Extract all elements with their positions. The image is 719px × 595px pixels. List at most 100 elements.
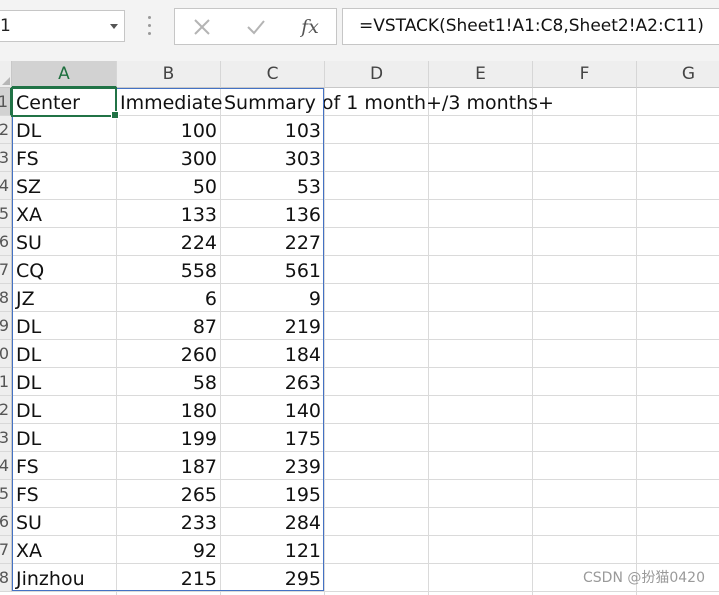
cell-summary[interactable]: 263 xyxy=(221,369,321,397)
column-header-f[interactable]: F xyxy=(533,61,637,88)
chevron-down-icon[interactable] xyxy=(110,24,118,29)
cell-center[interactable]: Jinzhou xyxy=(16,565,85,593)
cell-immediate[interactable]: 6 xyxy=(117,285,217,313)
fx-label: fx xyxy=(301,15,319,38)
cell-summary[interactable]: 121 xyxy=(221,537,321,565)
cell-immediate[interactable]: 199 xyxy=(117,425,217,453)
cell-immediate[interactable]: 265 xyxy=(117,481,217,509)
cell-immediate[interactable]: 215 xyxy=(117,565,217,593)
row-header[interactable]: 3 xyxy=(0,144,12,172)
cell-a1[interactable]: Center xyxy=(16,89,80,117)
row-number: 5 xyxy=(0,204,9,223)
cell-summary[interactable]: 195 xyxy=(221,481,321,509)
cell-c1[interactable]: Summary of 1 month+/3 months+ xyxy=(224,89,554,117)
cell-center[interactable]: SZ xyxy=(16,173,41,201)
cell-immediate[interactable]: 187 xyxy=(117,453,217,481)
cell-summary[interactable]: 227 xyxy=(221,229,321,257)
cell-center[interactable]: XA xyxy=(16,201,42,229)
column-header-d[interactable]: D xyxy=(325,61,429,88)
cell-center[interactable]: DL xyxy=(16,425,41,453)
select-all-button[interactable] xyxy=(0,61,12,88)
row-header[interactable]: 3 xyxy=(0,424,12,452)
row-header[interactable]: 6 xyxy=(0,508,12,536)
cell-center[interactable]: SU xyxy=(16,509,42,537)
insert-function-button[interactable]: fx xyxy=(285,9,335,44)
cell-center[interactable]: DL xyxy=(16,341,41,369)
cell-immediate[interactable]: 100 xyxy=(117,117,217,145)
cell-center[interactable]: DL xyxy=(16,117,41,145)
cell-summary[interactable]: 184 xyxy=(221,341,321,369)
cell-center[interactable]: CQ xyxy=(16,257,44,285)
cell-summary[interactable]: 136 xyxy=(221,201,321,229)
name-box[interactable]: 1 xyxy=(0,10,125,42)
cell-center[interactable]: FS xyxy=(16,145,39,173)
row-number: 2 xyxy=(0,400,9,419)
row-header[interactable]: 4 xyxy=(0,172,12,200)
row-number: 1 xyxy=(0,92,8,111)
column-header-b[interactable]: B xyxy=(117,61,221,88)
cell-summary[interactable]: 103 xyxy=(221,117,321,145)
row-header[interactable]: 2 xyxy=(0,396,12,424)
cell-center[interactable]: SU xyxy=(16,229,42,257)
row-header[interactable]: 7 xyxy=(0,256,12,284)
cell-immediate[interactable]: 300 xyxy=(117,145,217,173)
row-header[interactable]: 8 xyxy=(0,284,12,312)
cell-summary[interactable]: 219 xyxy=(221,313,321,341)
cell-summary[interactable]: 561 xyxy=(221,257,321,285)
row-header[interactable]: 7 xyxy=(0,536,12,564)
cell-center[interactable]: DL xyxy=(16,369,41,397)
cell-immediate[interactable]: 558 xyxy=(117,257,217,285)
row-number: 4 xyxy=(0,456,9,475)
cell-b1[interactable]: Immediate xyxy=(120,89,222,117)
row-header[interactable]: 4 xyxy=(0,452,12,480)
cell-immediate[interactable]: 87 xyxy=(117,313,217,341)
formula-input[interactable]: =VSTACK(Sheet1!A1:C8,Sheet2!A2:C11) xyxy=(342,8,719,45)
cell-center[interactable]: DL xyxy=(16,313,41,341)
cell-immediate[interactable]: 92 xyxy=(117,537,217,565)
column-header-c[interactable]: C xyxy=(221,61,325,88)
cell-immediate[interactable]: 233 xyxy=(117,509,217,537)
cell-summary[interactable]: 295 xyxy=(221,565,321,593)
cell-immediate[interactable]: 180 xyxy=(117,397,217,425)
row-header[interactable]: 0 xyxy=(0,340,12,368)
cell-immediate[interactable]: 133 xyxy=(117,201,217,229)
row-number: 7 xyxy=(0,540,9,559)
formula-text: =VSTACK(Sheet1!A1:C8,Sheet2!A2:C11) xyxy=(359,16,704,36)
row-header[interactable]: 2 xyxy=(0,116,12,144)
row-header[interactable]: 5 xyxy=(0,200,12,228)
cell-immediate[interactable]: 260 xyxy=(117,341,217,369)
row-number: 0 xyxy=(0,344,9,363)
cell-center[interactable]: XA xyxy=(16,537,42,565)
row-number: 6 xyxy=(0,512,9,531)
row-number: 1 xyxy=(0,372,9,391)
row-header[interactable]: 1 xyxy=(0,368,12,396)
row-header[interactable]: 1 xyxy=(0,88,12,116)
cell-center[interactable]: FS xyxy=(16,481,39,509)
cell-summary[interactable]: 9 xyxy=(221,285,321,313)
cell-summary[interactable]: 284 xyxy=(221,509,321,537)
cell-immediate[interactable]: 58 xyxy=(117,369,217,397)
cell-immediate[interactable]: 50 xyxy=(117,173,217,201)
row-header[interactable]: 9 xyxy=(0,312,12,340)
row-header[interactable]: 8 xyxy=(0,564,12,592)
cell-summary[interactable]: 175 xyxy=(221,425,321,453)
cell-center[interactable]: FS xyxy=(16,453,39,481)
cell-summary[interactable]: 140 xyxy=(221,397,321,425)
column-header-g[interactable]: G xyxy=(637,61,719,88)
check-icon[interactable] xyxy=(231,9,281,44)
watermark: CSDN @扮猫0420 xyxy=(583,570,705,586)
column-header-a[interactable]: A xyxy=(12,61,117,88)
cell-summary[interactable]: 239 xyxy=(221,453,321,481)
cell-immediate[interactable]: 224 xyxy=(117,229,217,257)
row-number: 3 xyxy=(0,148,9,167)
row-header[interactable]: 6 xyxy=(0,228,12,256)
cell-summary[interactable]: 303 xyxy=(221,145,321,173)
cell-center[interactable]: DL xyxy=(16,397,41,425)
row-header[interactable]: 5 xyxy=(0,480,12,508)
row-number: 9 xyxy=(0,316,9,335)
column-header-e[interactable]: E xyxy=(429,61,533,88)
drag-handle-icon[interactable] xyxy=(148,16,152,38)
cell-center[interactable]: JZ xyxy=(16,285,35,313)
cancel-x-icon[interactable] xyxy=(177,9,227,44)
cell-summary[interactable]: 53 xyxy=(221,173,321,201)
